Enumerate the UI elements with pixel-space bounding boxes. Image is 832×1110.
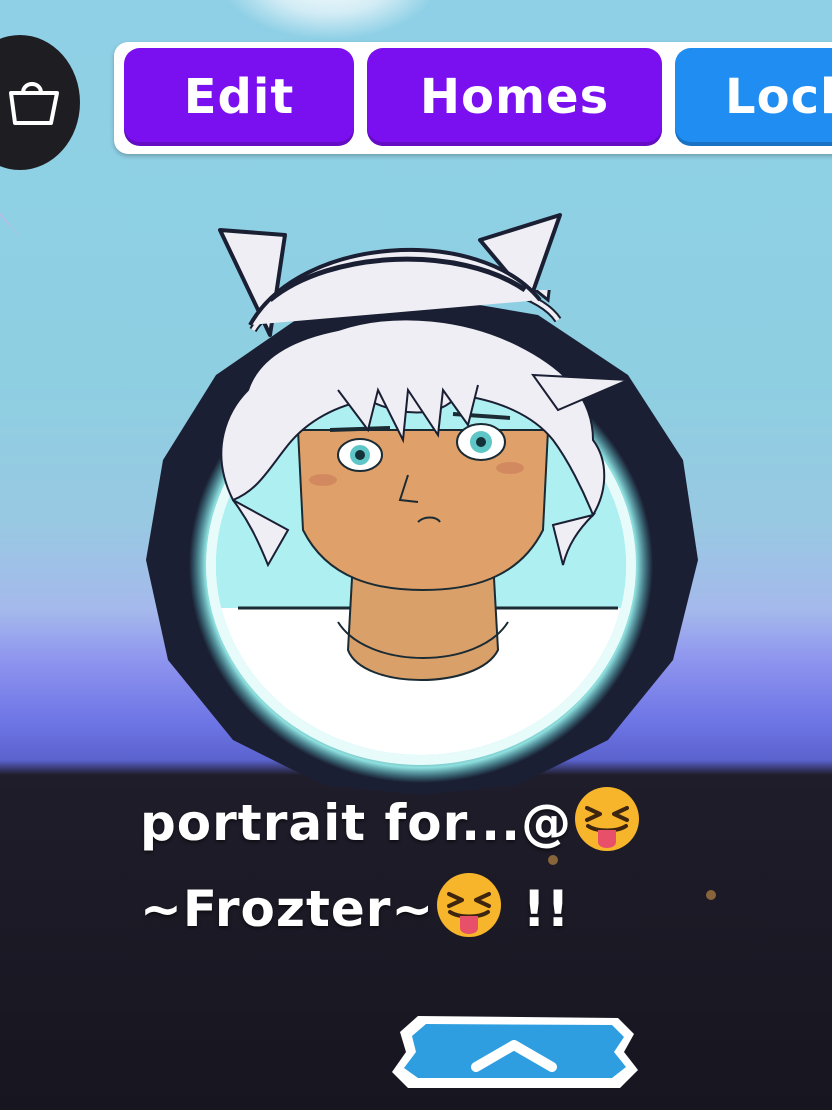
shop-button[interactable]	[0, 35, 80, 170]
portrait-frame	[138, 211, 704, 795]
sun-glow	[220, 0, 440, 40]
game-viewport: Edit Homes Lock	[0, 0, 832, 1110]
squinting-tongue-emoji-icon	[434, 870, 504, 940]
tab-edit-label: Edit	[183, 69, 295, 125]
tab-homes-label: Homes	[419, 69, 610, 125]
top-menu-bar: Edit Homes Lock	[114, 42, 832, 154]
tab-homes[interactable]: Homes	[367, 48, 662, 146]
tab-lock[interactable]: Lock	[675, 48, 832, 146]
video-caption: portrait for...@ ~Frozter~ !!	[140, 780, 780, 952]
tab-edit[interactable]: Edit	[124, 48, 354, 146]
caption-line-2-suffix: !!	[504, 880, 571, 938]
expand-up-button[interactable]	[388, 1012, 640, 1092]
shopping-bag-icon	[0, 75, 63, 131]
squinting-tongue-emoji-icon	[572, 784, 642, 854]
caption-line-2-text: ~Frozter~	[140, 880, 435, 938]
caption-line-2: ~Frozter~ !!	[140, 866, 780, 952]
sparkle-decoration	[0, 195, 40, 245]
tab-lock-label: Lock	[725, 69, 832, 125]
caption-line-1-text: portrait for...@	[140, 794, 573, 852]
cat-ears	[218, 213, 562, 337]
caption-line-1: portrait for...@	[140, 780, 780, 866]
